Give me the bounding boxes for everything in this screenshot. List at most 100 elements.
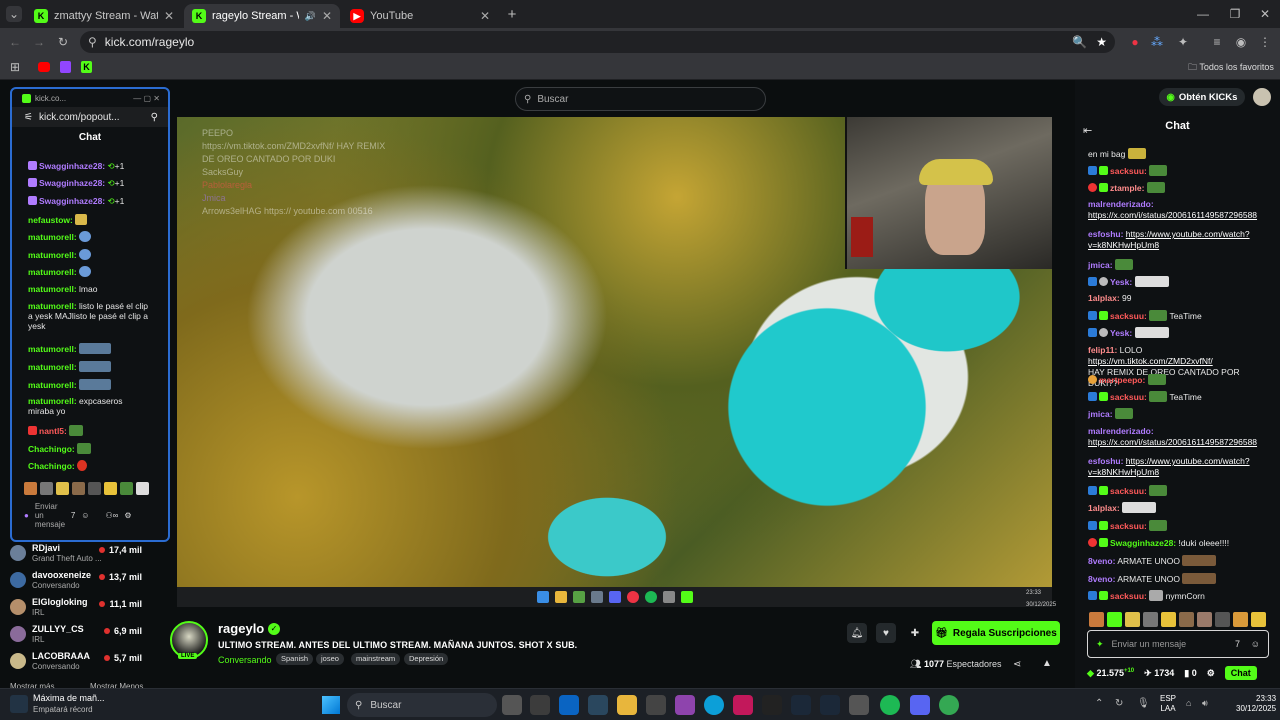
emote[interactable] bbox=[1143, 612, 1158, 627]
gift-subs-button[interactable]: 🎁︎ Regala Suscripciones bbox=[932, 621, 1060, 645]
new-tab-icon[interactable]: + bbox=[505, 6, 519, 23]
close-window-icon[interactable]: ✕ bbox=[1258, 6, 1272, 22]
widget-title[interactable]: Máxima de mañ... bbox=[33, 693, 105, 703]
volume-icon[interactable]: 🔊︎ bbox=[1202, 698, 1208, 709]
reload-icon[interactable]: ↻ bbox=[56, 34, 70, 50]
copilot-icon[interactable] bbox=[675, 695, 695, 715]
emote[interactable] bbox=[1125, 612, 1140, 627]
seventv-icon[interactable]: 7 bbox=[1235, 639, 1240, 649]
emote[interactable] bbox=[1197, 612, 1212, 627]
all-bookmarks[interactable]: 🗀 Todos los favoritos bbox=[1188, 60, 1274, 76]
tray-app-icon[interactable]: ↻ bbox=[1115, 698, 1123, 709]
tab-rageylo[interactable]: K rageylo Stream - Watch Live 🔊 ✕ bbox=[184, 4, 340, 28]
spotify-icon[interactable] bbox=[880, 695, 900, 715]
youtube-bookmark-icon[interactable] bbox=[38, 62, 50, 72]
search-input[interactable]: ⚲ Buscar bbox=[515, 87, 766, 111]
notification-bell-icon[interactable]: 🔔︎ bbox=[847, 623, 867, 643]
app-icon[interactable] bbox=[733, 695, 753, 715]
app-icon[interactable] bbox=[762, 695, 782, 715]
emote[interactable] bbox=[72, 482, 85, 495]
channel-item[interactable]: davooxeneize Conversando 13,7 mil bbox=[10, 569, 160, 593]
forward-icon[interactable]: → bbox=[32, 34, 46, 50]
steam-icon[interactable] bbox=[588, 695, 608, 715]
site-info-icon[interactable]: ⚲ bbox=[88, 35, 97, 49]
mic-icon[interactable]: ● bbox=[24, 511, 29, 520]
settings-gear-icon[interactable]: ⚙ bbox=[124, 511, 131, 520]
tab-zmattyy[interactable]: K zmattyy Stream - Watch Live on ✕ bbox=[26, 4, 182, 28]
tab-search-icon[interactable]: ⌄ bbox=[6, 6, 22, 22]
user-avatar[interactable] bbox=[1253, 88, 1271, 106]
kick-bookmark-icon[interactable]: K bbox=[81, 61, 92, 73]
extension-icon[interactable]: ● bbox=[1128, 34, 1142, 50]
emote[interactable] bbox=[1089, 612, 1104, 627]
bookmark-star-icon[interactable]: ★ bbox=[1096, 35, 1107, 49]
app-icon[interactable] bbox=[530, 695, 550, 715]
close-tab-icon[interactable]: ✕ bbox=[164, 9, 174, 23]
steam-icon[interactable] bbox=[820, 695, 840, 715]
tag[interactable]: Spanish bbox=[276, 653, 314, 665]
taskbar-search[interactable]: ⚲ Buscar bbox=[347, 693, 497, 717]
discord-icon[interactable] bbox=[910, 695, 930, 715]
media-icon[interactable]: ≡ bbox=[1210, 34, 1224, 50]
channel-item[interactable]: ElGlogloking IRL 11,1 mil bbox=[10, 596, 160, 620]
share-icon[interactable]: ⋖ bbox=[1013, 659, 1021, 670]
report-icon[interactable]: ▲ bbox=[1042, 658, 1052, 669]
settings-gear-icon[interactable]: ⚙ bbox=[1207, 668, 1215, 679]
emote[interactable] bbox=[120, 482, 133, 495]
chat-link[interactable]: https://x.com/i/status/20061611495872965… bbox=[1088, 210, 1257, 220]
emote[interactable] bbox=[104, 482, 117, 495]
emote[interactable] bbox=[1251, 612, 1266, 627]
settings-icon[interactable] bbox=[849, 695, 869, 715]
back-icon[interactable]: ← bbox=[8, 34, 22, 50]
emote[interactable] bbox=[40, 482, 53, 495]
tray-chevron-icon[interactable]: ⌃ bbox=[1095, 698, 1103, 709]
language-indicator[interactable]: ESP LAA bbox=[1160, 694, 1176, 714]
tag[interactable]: Depresión bbox=[404, 653, 449, 665]
chrome-icon[interactable] bbox=[939, 695, 959, 715]
emoji-icon[interactable]: ☺ bbox=[81, 511, 89, 520]
close-tab-icon[interactable]: ✕ bbox=[480, 9, 490, 23]
twitch-bookmark-icon[interactable] bbox=[60, 61, 71, 73]
channel-item[interactable]: ZULLYY_CS IRL 6,9 mil bbox=[10, 623, 160, 647]
chat-input[interactable]: ✦ Enviar un mensaje 7 ☺ bbox=[1087, 630, 1269, 658]
search-icon[interactable]: ⚲ bbox=[151, 112, 158, 123]
sparkle-icon[interactable]: ✦ bbox=[1096, 639, 1104, 650]
outlook-icon[interactable] bbox=[559, 695, 579, 715]
video-player[interactable]: PEEPO https://vm.tiktok.com/ZMD2xvfNf/ H… bbox=[177, 117, 1052, 587]
extensions-puzzle-icon[interactable]: ✦ bbox=[1176, 34, 1190, 50]
speaker-icon[interactable]: 🔊 bbox=[305, 11, 316, 22]
store-icon[interactable] bbox=[646, 695, 666, 715]
mic-icon[interactable]: 🎙︎ bbox=[1137, 698, 1150, 709]
zoom-icon[interactable]: 🔍 bbox=[1072, 35, 1087, 49]
task-view-icon[interactable] bbox=[502, 695, 522, 715]
close-tab-icon[interactable]: ✕ bbox=[322, 9, 332, 23]
stream-category[interactable]: Conversando bbox=[218, 655, 272, 665]
chat-link[interactable]: https://vm.tiktok.com/ZMD2xvfNf/ bbox=[1088, 356, 1213, 366]
share-gift-icon[interactable]: ✚ bbox=[905, 623, 925, 643]
emote[interactable] bbox=[24, 482, 37, 495]
emoji-icon[interactable]: ☺ bbox=[1251, 639, 1260, 649]
emote[interactable] bbox=[1215, 612, 1230, 627]
tag[interactable]: joseo bbox=[316, 653, 344, 665]
chat-send-button[interactable]: Chat bbox=[1224, 666, 1257, 680]
edge-icon[interactable] bbox=[704, 695, 724, 715]
chat-tools-icon[interactable]: ⚇∞ bbox=[105, 511, 118, 520]
steam-icon[interactable] bbox=[791, 695, 811, 715]
news-thumbnail[interactable] bbox=[10, 695, 28, 713]
channel-item[interactable]: RDjavi Grand Theft Auto ... 17,4 mil bbox=[10, 542, 160, 566]
emote[interactable] bbox=[88, 482, 101, 495]
streamer-name[interactable]: rageylo bbox=[218, 621, 264, 636]
menu-kebab-icon[interactable]: ⋮ bbox=[1258, 34, 1272, 50]
file-explorer-icon[interactable] bbox=[617, 695, 637, 715]
tab-youtube[interactable]: ▶ YouTube ✕ bbox=[342, 4, 498, 28]
get-kicks-button[interactable]: ◉ Obtén KICKs bbox=[1159, 88, 1245, 106]
profile-avatar[interactable]: ◉ bbox=[1234, 34, 1248, 50]
emote[interactable] bbox=[56, 482, 69, 495]
inventory-count[interactable]: ▮ 0 bbox=[1184, 668, 1196, 679]
emote[interactable] bbox=[1233, 612, 1248, 627]
seventv-icon[interactable]: 7 bbox=[71, 511, 75, 520]
minimize-icon[interactable]: — bbox=[1196, 6, 1210, 22]
address-bar[interactable]: ⚲ kick.com/rageylo 🔍 ★ bbox=[80, 31, 1115, 53]
windows-start-icon[interactable] bbox=[322, 696, 340, 714]
clock[interactable]: 23:33 30/12/2025 bbox=[1236, 694, 1276, 714]
